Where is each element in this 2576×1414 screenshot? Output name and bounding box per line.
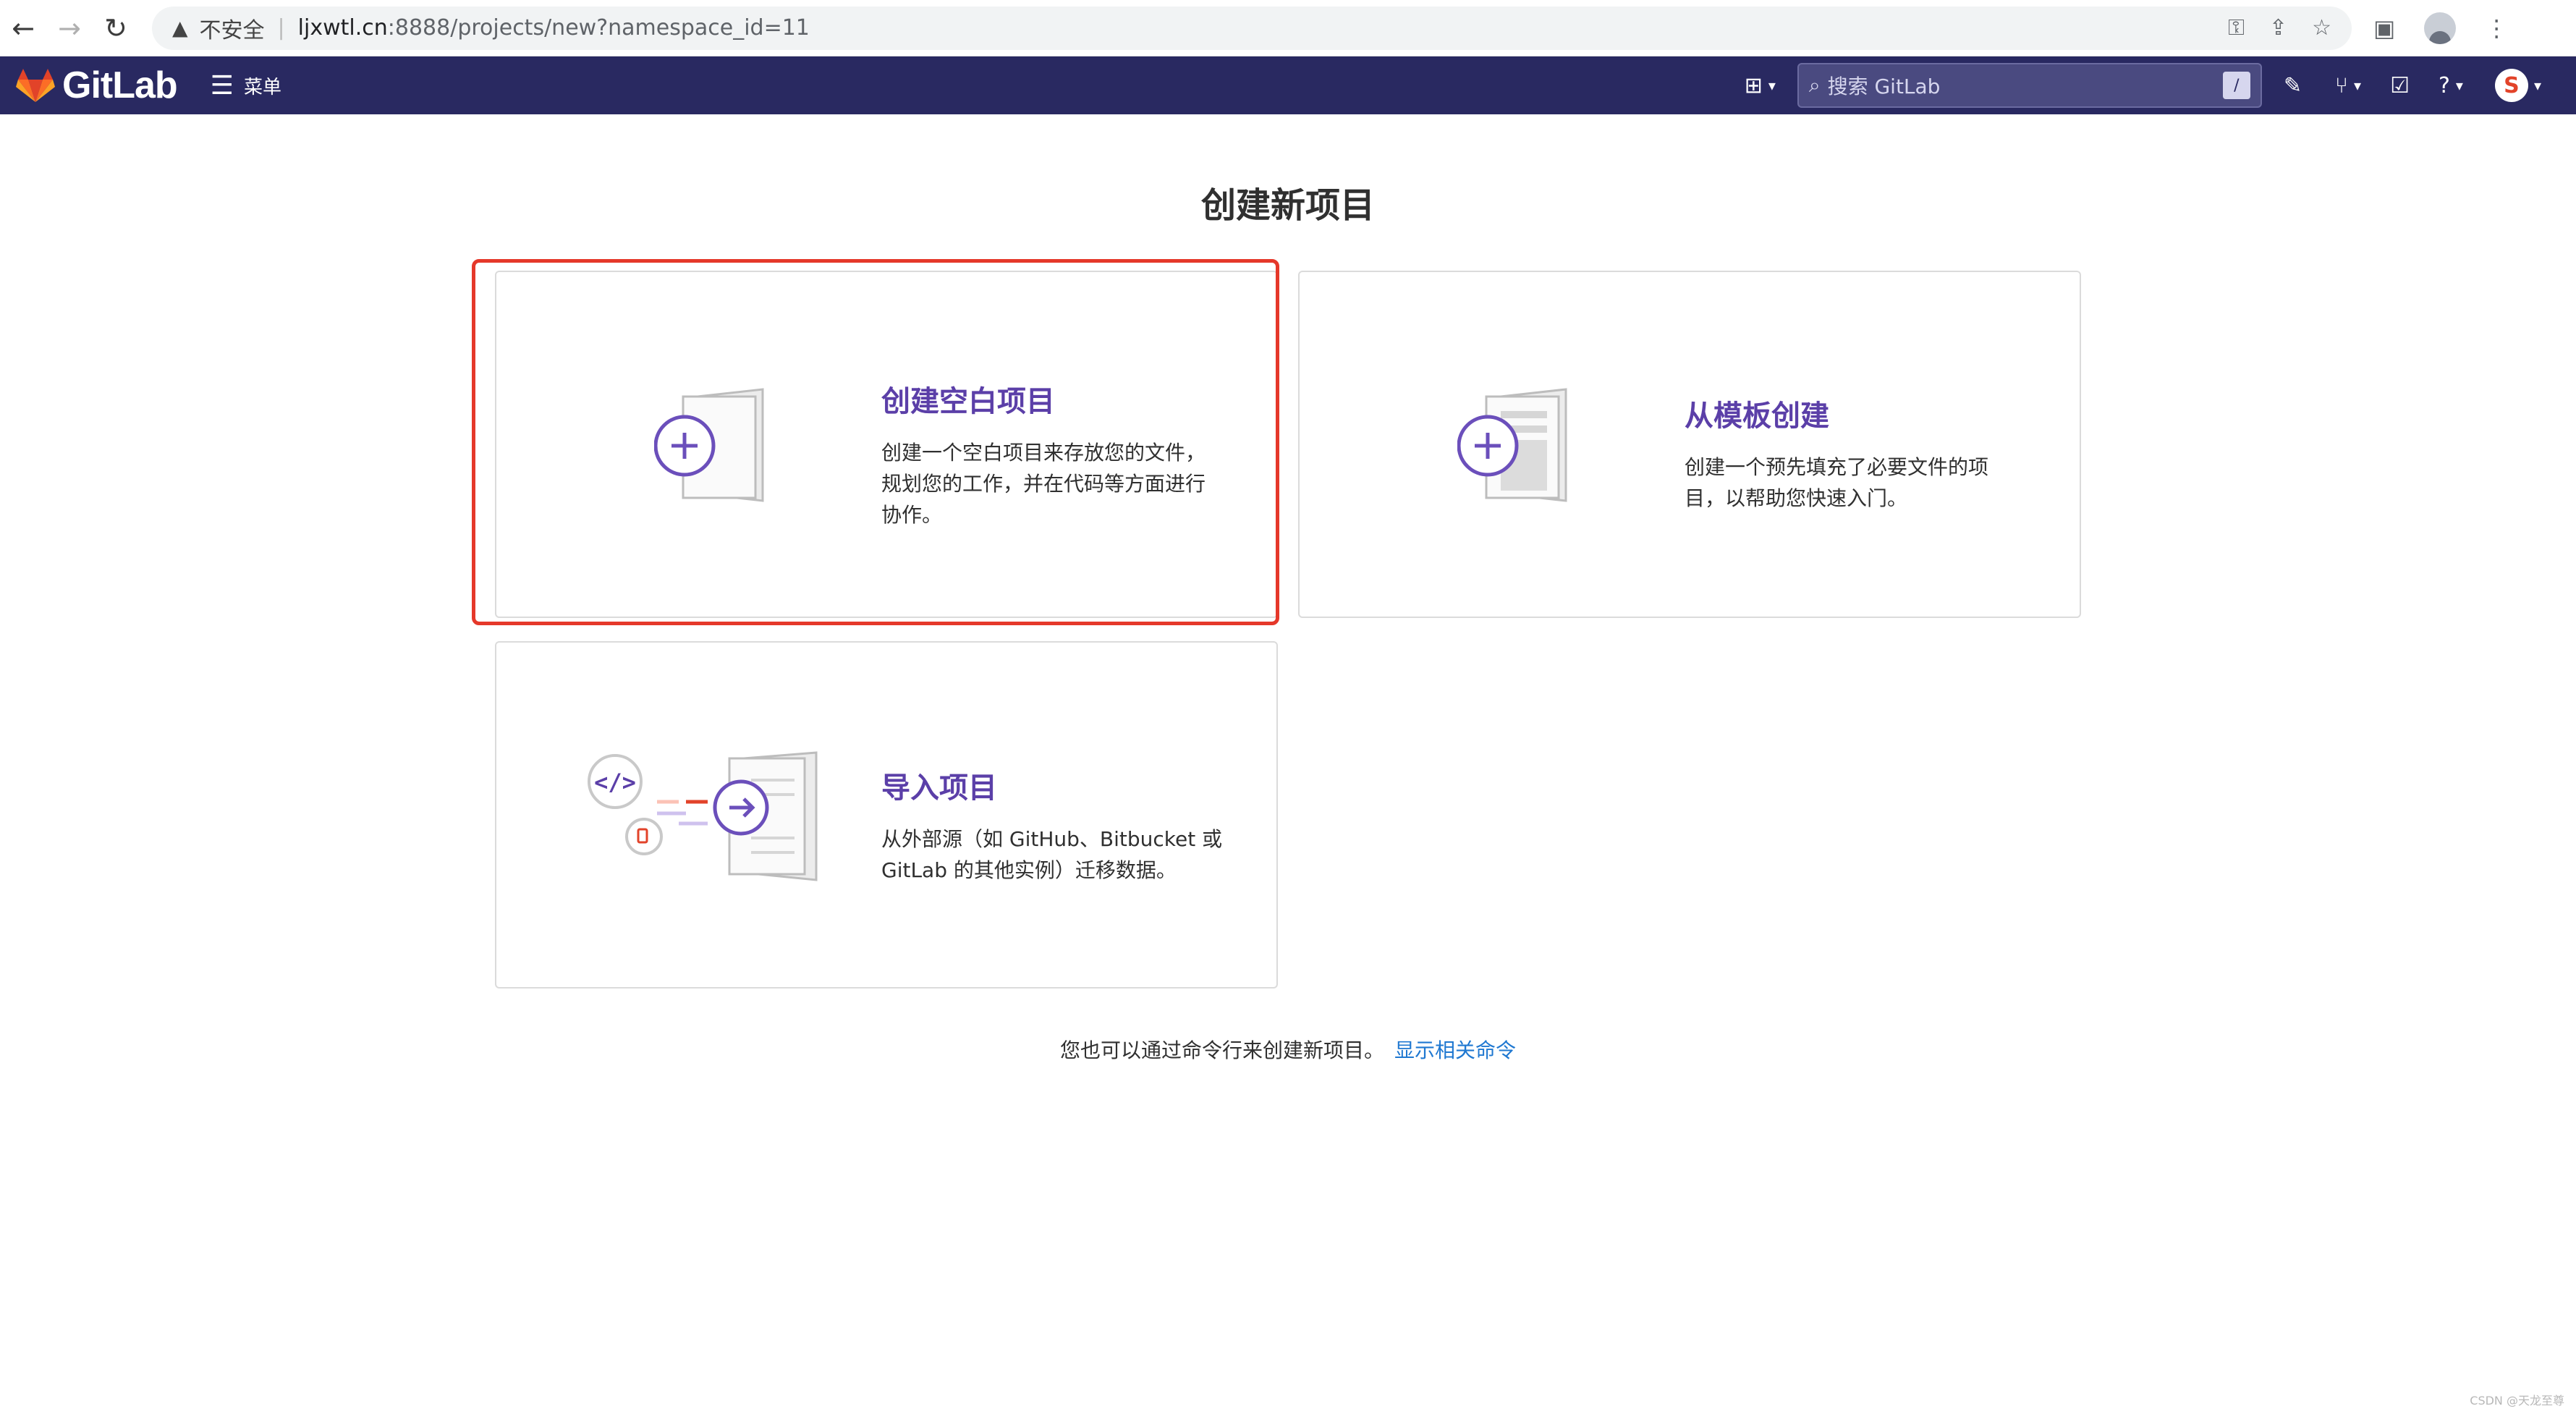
svg-text:</>: </> [594, 769, 636, 796]
merge-requests-dropdown[interactable]: ⑂ ▾ [2335, 73, 2361, 98]
import-project-card[interactable]: </> 导入项目 从外部源（如 GitHub、Bitbucket 或 GitLa… [495, 641, 1278, 988]
main-menu-button[interactable]: ☰ 菜单 [211, 71, 281, 101]
back-button[interactable]: ← [0, 5, 46, 51]
chevron-down-icon: ▾ [2533, 77, 2541, 94]
warning-icon: ▲ [172, 16, 188, 40]
share-icon[interactable]: ⇪ [2269, 15, 2287, 41]
template-project-illustration [1457, 388, 1567, 502]
plus-square-icon: ⊞ [1744, 72, 1763, 98]
show-commands-link[interactable]: 显示相关命令 [1394, 1038, 1516, 1062]
search-placeholder: 搜索 GitLab [1827, 75, 1941, 98]
browser-toolbar: ← → ↻ ▲ 不安全 | ljxwtl.cn:8888/projects/ne… [0, 0, 2576, 56]
gitlab-navbar: GitLab ☰ 菜单 ⊞ ▾ ⌕ 搜索 GitLab / ✎ ⑂ ▾ ☑ ? … [0, 56, 2576, 114]
gitlab-wordmark: GitLab [62, 64, 178, 106]
help-icon: ? [2438, 72, 2450, 98]
selection-highlight [472, 259, 1279, 625]
forward-button[interactable]: → [46, 5, 93, 51]
cli-hint: 您也可以通过命令行来创建新项目。 显示相关命令 [0, 1035, 2576, 1064]
merge-request-icon: ⑂ [2335, 72, 2349, 98]
security-label: 不安全 [199, 17, 265, 43]
card-title: 导入项目 [881, 771, 997, 805]
search-icon: ⌕ [1808, 73, 1821, 97]
menu-label: 菜单 [243, 76, 281, 98]
url-path: :8888/projects/new?namespace_id=11 [387, 15, 810, 41]
search-shortcut-hint: / [2222, 72, 2250, 99]
create-from-template-card[interactable]: 从模板创建 创建一个预先填充了必要文件的项 目，以帮助您快速入门。 [1298, 271, 2081, 618]
new-item-dropdown[interactable]: ⊞ ▾ [1745, 73, 1776, 98]
todo-check-icon: ☑ [2390, 72, 2410, 98]
help-dropdown[interactable]: ? ▾ [2439, 73, 2463, 98]
gitlab-home-link[interactable]: GitLab [16, 64, 178, 107]
issues-icon: ✎ [2283, 72, 2302, 98]
card-title: 从模板创建 [1685, 399, 1829, 433]
key-icon[interactable]: ⚿ [2228, 15, 2245, 41]
star-icon[interactable]: ☆ [2312, 15, 2331, 41]
watermark: CSDN @天龙至尊 [2470, 1394, 2564, 1407]
user-menu-dropdown[interactable]: S ▾ [2494, 69, 2541, 102]
hamburger-icon: ☰ [210, 70, 234, 101]
url-host: ljxwtl.cn [297, 15, 388, 41]
side-panel-icon[interactable]: ▣ [2373, 14, 2395, 42]
chevron-down-icon: ▾ [2354, 77, 2362, 94]
profile-avatar[interactable] [2424, 12, 2457, 44]
separator: | [277, 15, 285, 41]
user-avatar: S [2494, 69, 2528, 102]
page-title: 创建新项目 [1200, 185, 1375, 226]
issues-button[interactable]: ✎ [2284, 73, 2302, 98]
chevron-down-icon: ▾ [1768, 77, 1776, 94]
chevron-down-icon: ▾ [2455, 77, 2463, 94]
gitlab-logo-icon [16, 69, 55, 102]
cli-hint-text: 您也可以通过命令行来创建新项目。 [1059, 1038, 1384, 1062]
card-description: 创建一个预先填充了必要文件的项 目，以帮助您快速入门。 [1685, 455, 1989, 510]
todos-button[interactable]: ☑ [2390, 73, 2410, 98]
search-input[interactable]: ⌕ 搜索 GitLab / [1797, 63, 2262, 108]
import-project-illustration: </> [588, 751, 818, 881]
card-description: 从外部源（如 GitHub、Bitbucket 或 GitLab 的其他实例）迁… [881, 827, 1223, 882]
address-bar[interactable]: ▲ 不安全 | ljxwtl.cn:8888/projects/new?name… [152, 6, 2352, 50]
more-menu-icon[interactable]: ⋮ [2485, 14, 2508, 42]
reload-button[interactable]: ↻ [93, 5, 139, 51]
